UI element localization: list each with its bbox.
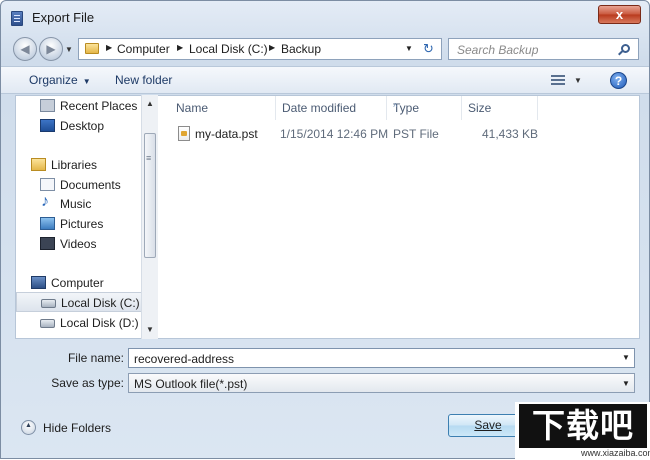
hide-folders-label: Hide Folders	[43, 421, 112, 435]
search-icon[interactable]	[621, 44, 630, 53]
nav-item-libraries[interactable]: Libraries	[31, 155, 141, 175]
organize-dropdown-icon: ▼	[82, 77, 91, 86]
export-file-dialog: Export File x ◀ ▶ ▼ ▶ Computer ▶ Local D…	[0, 0, 650, 460]
nav-item-label: Local Disk (D:)	[60, 316, 139, 330]
nav-item-desktop[interactable]: Desktop	[40, 116, 150, 136]
view-options-icon[interactable]	[551, 75, 565, 86]
file-list: Name Date modified Type ˄ Size my-data.p…	[158, 95, 640, 339]
sort-indicator-icon: ˄	[393, 101, 398, 110]
command-toolbar: Organize ▼ New folder ▼ ?	[1, 66, 649, 94]
breadcrumb-separator-icon[interactable]: ▶	[269, 43, 275, 52]
nav-item-videos[interactable]: Videos	[40, 234, 150, 254]
dialog-icon	[11, 11, 23, 26]
documents-icon	[40, 178, 55, 191]
nav-item-label: Local Disk (C:)	[61, 296, 140, 310]
watermark-url: www.xiazaiba.com	[581, 448, 650, 458]
videos-icon	[40, 237, 55, 250]
nav-item-label: Pictures	[60, 217, 104, 231]
file-type-cell: PST File	[393, 127, 439, 141]
computer-icon	[31, 276, 46, 289]
scroll-up-icon[interactable]: ▲	[146, 99, 154, 108]
address-dropdown-icon[interactable]: ▼	[405, 44, 413, 53]
disk-icon	[40, 319, 55, 328]
file-name-field[interactable]	[134, 351, 604, 366]
breadcrumb-separator-icon[interactable]: ▶	[177, 43, 183, 52]
column-header-name[interactable]: Name	[170, 96, 276, 120]
save-label: Save	[474, 418, 502, 432]
file-name-cell: my-data.pst	[195, 127, 258, 141]
disk-icon	[41, 299, 56, 308]
title-bar[interactable]: Export File x	[1, 1, 649, 33]
organize-button[interactable]: Organize ▼	[29, 73, 91, 87]
save-as-type-label: Save as type:	[51, 376, 124, 390]
save-as-type-select[interactable]: MS Outlook file(*.pst) ▼	[128, 373, 635, 393]
address-bar[interactable]: ▶ Computer ▶ Local Disk (C:) ▶ Backup ▼ …	[78, 38, 442, 60]
nav-item-computer[interactable]: Computer	[31, 273, 141, 293]
music-icon	[40, 193, 55, 211]
scroll-down-icon[interactable]: ▼	[146, 325, 154, 334]
column-header-date-modified[interactable]: Date modified	[276, 96, 387, 120]
breadcrumb-separator-icon[interactable]: ▶	[106, 43, 112, 52]
pictures-icon	[40, 217, 55, 230]
organize-label: Organize	[29, 73, 78, 87]
breadcrumb-backup[interactable]: Backup	[281, 42, 321, 56]
navigation-scrollbar[interactable]: ▲ ≡ ▼	[141, 95, 158, 339]
nav-item-music[interactable]: Music	[40, 193, 150, 214]
nav-item-label: Recent Places	[60, 99, 138, 113]
breadcrumb-computer[interactable]: Computer	[117, 42, 170, 56]
nav-item-label: Computer	[51, 276, 104, 290]
navigation-pane: Recent Places Desktop Libraries Document…	[15, 95, 157, 339]
forward-button[interactable]: ▶	[39, 37, 63, 61]
watermark-logo: 下载吧	[519, 404, 647, 448]
column-header-type[interactable]: Type ˄	[387, 96, 462, 120]
file-date-cell: 1/15/2014 12:46 PM	[280, 127, 389, 141]
help-icon[interactable]: ?	[610, 72, 627, 89]
nav-item-recent-places[interactable]: Recent Places	[40, 96, 150, 116]
recent-locations-dropdown-icon[interactable]: ▼	[65, 45, 73, 54]
view-dropdown-icon[interactable]: ▼	[574, 76, 582, 85]
nav-item-label: Music	[60, 197, 92, 211]
collapse-icon	[21, 420, 36, 435]
recent-places-icon	[40, 99, 55, 112]
refresh-icon[interactable]: ↻	[423, 41, 434, 57]
save-as-type-value: MS Outlook file(*.pst)	[134, 377, 248, 391]
nav-item-label: Documents	[60, 178, 121, 192]
nav-item-documents[interactable]: Documents	[40, 175, 150, 195]
nav-item-label: Desktop	[60, 119, 105, 133]
watermark: 下载吧 www.xiazaiba.com	[515, 402, 650, 460]
save-as-type-dropdown-icon[interactable]: ▼	[622, 379, 630, 388]
back-button[interactable]: ◀	[13, 37, 37, 61]
nav-item-local-disk-d[interactable]: Local Disk (D:)	[40, 313, 150, 333]
pst-file-icon	[178, 126, 190, 141]
column-header-size[interactable]: Size	[462, 96, 538, 120]
scroll-grip-icon: ≡	[146, 153, 152, 163]
nav-item-pictures[interactable]: Pictures	[40, 214, 150, 234]
close-button[interactable]: x	[598, 5, 641, 24]
folder-icon	[85, 43, 99, 54]
search-input[interactable]: Search Backup	[457, 43, 538, 57]
file-name-combobox[interactable]: ▼	[128, 348, 635, 368]
window-title: Export File	[32, 10, 95, 25]
nav-item-label: Videos	[60, 237, 97, 251]
file-size-cell: 41,433 KB	[482, 127, 539, 141]
file-name-dropdown-icon[interactable]: ▼	[622, 353, 630, 362]
desktop-icon	[40, 119, 55, 132]
nav-item-local-disk-c[interactable]: Local Disk (C:)	[16, 292, 142, 312]
breadcrumb-local-disk-c[interactable]: Local Disk (C:)	[189, 42, 268, 56]
new-folder-button[interactable]: New folder	[115, 73, 172, 87]
libraries-icon	[31, 158, 46, 171]
nav-item-label: Libraries	[51, 158, 98, 172]
search-box[interactable]: Search Backup	[448, 38, 639, 60]
table-row[interactable]: my-data.pst 1/15/2014 12:46 PM PST File …	[170, 124, 540, 144]
scroll-thumb[interactable]	[144, 133, 156, 258]
file-name-label: File name:	[67, 351, 124, 365]
